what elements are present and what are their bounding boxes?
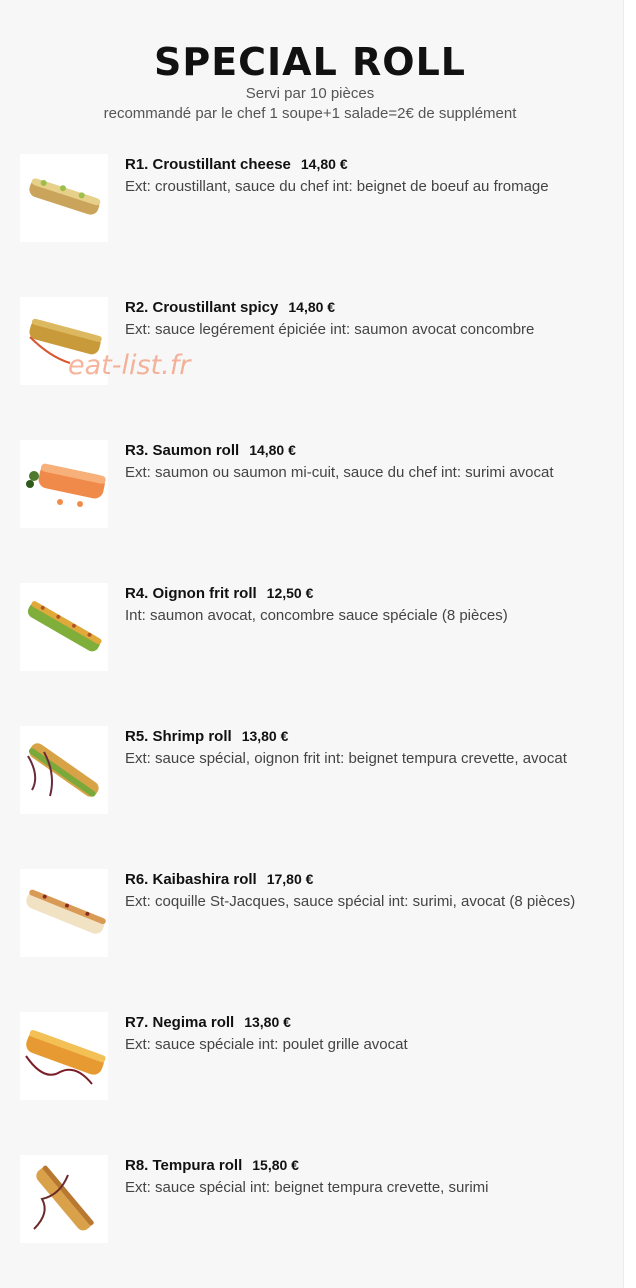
item-description: Ext: sauce spécial int: beignet tempura … — [125, 1179, 489, 1196]
menu-item[interactable]: R7. Negima roll 13,80 € Ext: sauce spécia… — [20, 1012, 610, 1102]
menu-item[interactable]: R6. Kaibashira roll 17,80 € Ext: coquille… — [20, 869, 610, 959]
sushi-roll-icon — [20, 583, 108, 671]
item-price: 14,80 € — [288, 299, 336, 315]
chef-recommendation: recommandé par le chef 1 soupe+1 salade=… — [103, 105, 517, 122]
item-name: R6. Kaibashira roll — [125, 871, 257, 888]
item-description: Ext: sauce spécial, oignon frit int: bei… — [125, 750, 567, 767]
item-name: R2. Croustillant spicy — [125, 299, 279, 316]
item-price: 17,80 € — [266, 871, 314, 887]
sushi-roll-icon — [20, 154, 108, 242]
menu-item[interactable]: R4. Oignon frit roll 12,50 € Int: saumon … — [20, 583, 610, 673]
serving-info: Servi par 10 pièces — [245, 85, 375, 102]
item-name: R5. Shrimp roll — [125, 728, 232, 745]
menu-item[interactable]: R3. Saumon roll 14,80 € Ext: saumon ou sa… — [20, 440, 610, 530]
item-description: Int: saumon avocat, concombre sauce spéc… — [125, 607, 508, 624]
menu-header: SPECIAL ROLL Servi par 10 pièces recomma… — [0, 40, 620, 124]
item-name: R4. Oignon frit roll — [125, 585, 257, 602]
item-price: 13,80 € — [241, 728, 289, 744]
sushi-roll-icon — [20, 1155, 108, 1243]
item-price: 12,50 € — [266, 585, 314, 601]
item-price: 13,80 € — [244, 1014, 291, 1030]
menu-item[interactable]: R1. Croustillant cheese 14,80 € Ext: crou… — [20, 154, 610, 244]
sushi-roll-icon — [20, 726, 108, 814]
page-title: SPECIAL ROLL — [153, 40, 467, 84]
item-price: 15,80 € — [252, 1157, 299, 1173]
item-description: Ext: sauce legérement épiciée int: saumo… — [125, 321, 535, 338]
item-name: R3. Saumon roll — [125, 442, 240, 459]
item-name: R7. Negima roll — [125, 1014, 235, 1031]
sushi-roll-icon — [20, 869, 108, 957]
item-price: 14,80 € — [300, 156, 348, 172]
item-description: Ext: croustillant, sauce du chef int: be… — [125, 178, 549, 195]
sushi-roll-icon — [20, 440, 108, 528]
item-description: Ext: coquille St-Jacques, sauce spécial … — [125, 893, 576, 910]
watermark: eat-list.fr — [68, 350, 191, 381]
item-description: Ext: sauce spéciale int: poulet grille a… — [125, 1036, 408, 1053]
page-edge — [623, 0, 636, 1288]
item-name: R1. Croustillant cheese — [125, 156, 291, 173]
menu-item[interactable]: R8. Tempura roll 15,80 € Ext: sauce spéci… — [20, 1155, 610, 1245]
item-name: R8. Tempura roll — [125, 1157, 243, 1174]
menu-item[interactable]: R5. Shrimp roll 13,80 € Ext: sauce spécia… — [20, 726, 610, 816]
item-price: 14,80 € — [249, 442, 296, 458]
item-description: Ext: saumon ou saumon mi-cuit, sauce du … — [125, 464, 554, 481]
sushi-roll-icon — [20, 1012, 108, 1100]
